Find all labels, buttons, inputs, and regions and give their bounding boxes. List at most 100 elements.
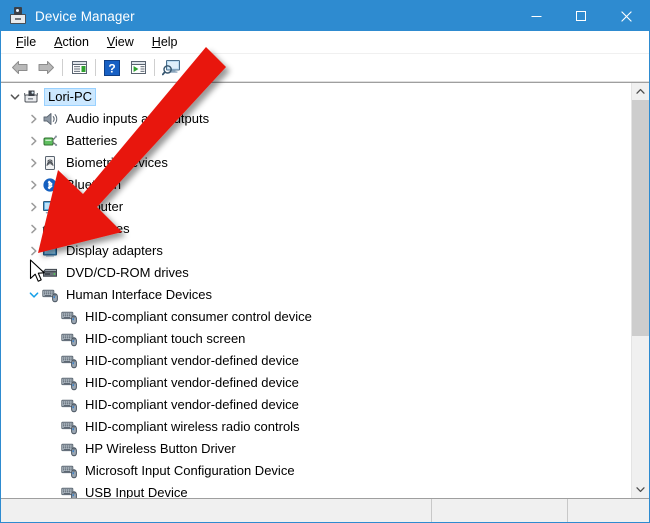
tree-row[interactable]: HID-compliant consumer control device [1,306,631,328]
tree-row[interactable]: USB Input Device [1,482,631,498]
collapse-chevron[interactable] [7,89,23,105]
tree-row[interactable]: Disk drives [1,218,631,240]
tree-indent-spacer [45,331,61,347]
tree-row[interactable]: Bluetooth [1,174,631,196]
scrollbar-thumb[interactable] [632,100,649,336]
scrollbar-track[interactable] [632,100,649,481]
expand-chevron[interactable] [26,199,42,215]
chevron-right-icon [29,114,39,124]
tree-row-label: HID-compliant touch screen [82,330,248,348]
tree-row[interactable]: Display adapters [1,240,631,262]
menu-help[interactable]: Help [143,33,187,52]
hid-icon [61,485,77,498]
toolbar: ? [1,54,649,82]
hid-icon [61,331,77,347]
tree-row[interactable]: HID-compliant vendor-defined device [1,372,631,394]
tree-indent-spacer [45,397,61,413]
expand-chevron[interactable] [26,155,42,171]
properties-button[interactable] [66,56,92,80]
tree-indent-spacer [45,419,61,435]
expand-chevron[interactable] [26,177,42,193]
tree-row[interactable]: HID-compliant touch screen [1,328,631,350]
hid-icon [61,419,77,435]
chevron-right-icon [29,268,39,278]
menu-action[interactable]: Action [45,33,98,52]
collapse-chevron[interactable] [26,287,42,303]
computer-root-icon [23,89,39,105]
tree-indent-spacer [45,463,61,479]
window-title: Device Manager [35,9,135,24]
menu-file[interactable]: File [7,33,45,52]
bluetooth-icon [42,177,58,193]
forward-button[interactable] [33,56,59,80]
hid-icon [61,353,77,369]
expand-chevron[interactable] [26,111,42,127]
device-tree[interactable]: Lori-PC Audio inputs and outputs Batteri… [1,83,631,498]
chevron-right-icon [29,202,39,212]
tree-indent-spacer [45,375,61,391]
status-bar [1,499,649,522]
tree-row[interactable]: HID-compliant vendor-defined device [1,394,631,416]
tree-row-label: Microsoft Input Configuration Device [82,462,298,480]
tree-row-label: DVD/CD-ROM drives [63,264,192,282]
hid-icon [61,441,77,457]
tree-row[interactable]: DVD/CD-ROM drives [1,262,631,284]
dvd-drive-icon [42,265,58,281]
hid-icon [61,397,77,413]
tree-view-pane: Lori-PC Audio inputs and outputs Batteri… [1,82,649,499]
expand-chevron[interactable] [26,243,42,259]
tree-row-label: Disk drives [63,220,133,238]
tree-indent-spacer [45,485,61,498]
monitor-icon [42,199,58,215]
tree-row-label: Lori-PC [44,88,96,106]
scroll-up-button[interactable] [632,83,649,100]
menu-help-rest: elp [161,35,178,49]
tree-row-label: Computer [63,198,126,216]
chevron-right-icon [29,246,39,256]
close-button[interactable] [604,1,649,31]
tree-row[interactable]: Microsoft Input Configuration Device [1,460,631,482]
chevron-right-icon [29,180,39,190]
update-driver-button[interactable] [125,56,151,80]
scroll-down-button[interactable] [632,481,649,498]
expand-chevron[interactable] [26,133,42,149]
expand-chevron[interactable] [26,221,42,237]
tree-row[interactable]: Biometric devices [1,152,631,174]
disk-drive-icon [42,221,58,237]
hid-icon [61,375,77,391]
help-button[interactable]: ? [99,56,125,80]
expand-chevron[interactable] [26,265,42,281]
tree-row[interactable]: Human Interface Devices [1,284,631,306]
chevron-down-icon [10,92,20,102]
fingerprint-icon [42,155,58,171]
tree-row-label: HID-compliant vendor-defined device [82,396,302,414]
chevron-right-icon [29,158,39,168]
vertical-scrollbar[interactable] [631,83,649,498]
menu-bar: File Action View Help [1,31,649,54]
chevron-right-icon [29,136,39,146]
tree-row[interactable]: HP Wireless Button Driver [1,438,631,460]
tree-row[interactable]: HID-compliant vendor-defined device [1,350,631,372]
status-pane-tertiary [568,499,649,522]
tree-row-label: HID-compliant wireless radio controls [82,418,303,436]
back-button[interactable] [7,56,33,80]
tree-row-label: Audio inputs and outputs [63,110,212,128]
tree-row[interactable]: HID-compliant wireless radio controls [1,416,631,438]
tree-row-label: Human Interface Devices [63,286,215,304]
tree-indent-spacer [45,441,61,457]
tree-row[interactable]: Lori-PC [1,86,631,108]
tree-row-label: Bluetooth [63,176,124,194]
maximize-button[interactable] [559,1,604,31]
tree-row[interactable]: Batteries [1,130,631,152]
menu-action-rest: ction [63,35,89,49]
minimize-button[interactable] [514,1,559,31]
tree-row[interactable]: Computer [1,196,631,218]
tree-indent-spacer [45,353,61,369]
toolbar-separator-3 [154,59,155,76]
status-pane-secondary [432,499,568,522]
speaker-icon [42,111,58,127]
menu-view[interactable]: View [98,33,143,52]
tree-indent-spacer [45,309,61,325]
scan-for-hardware-changes-button[interactable] [158,56,184,80]
tree-row[interactable]: Audio inputs and outputs [1,108,631,130]
